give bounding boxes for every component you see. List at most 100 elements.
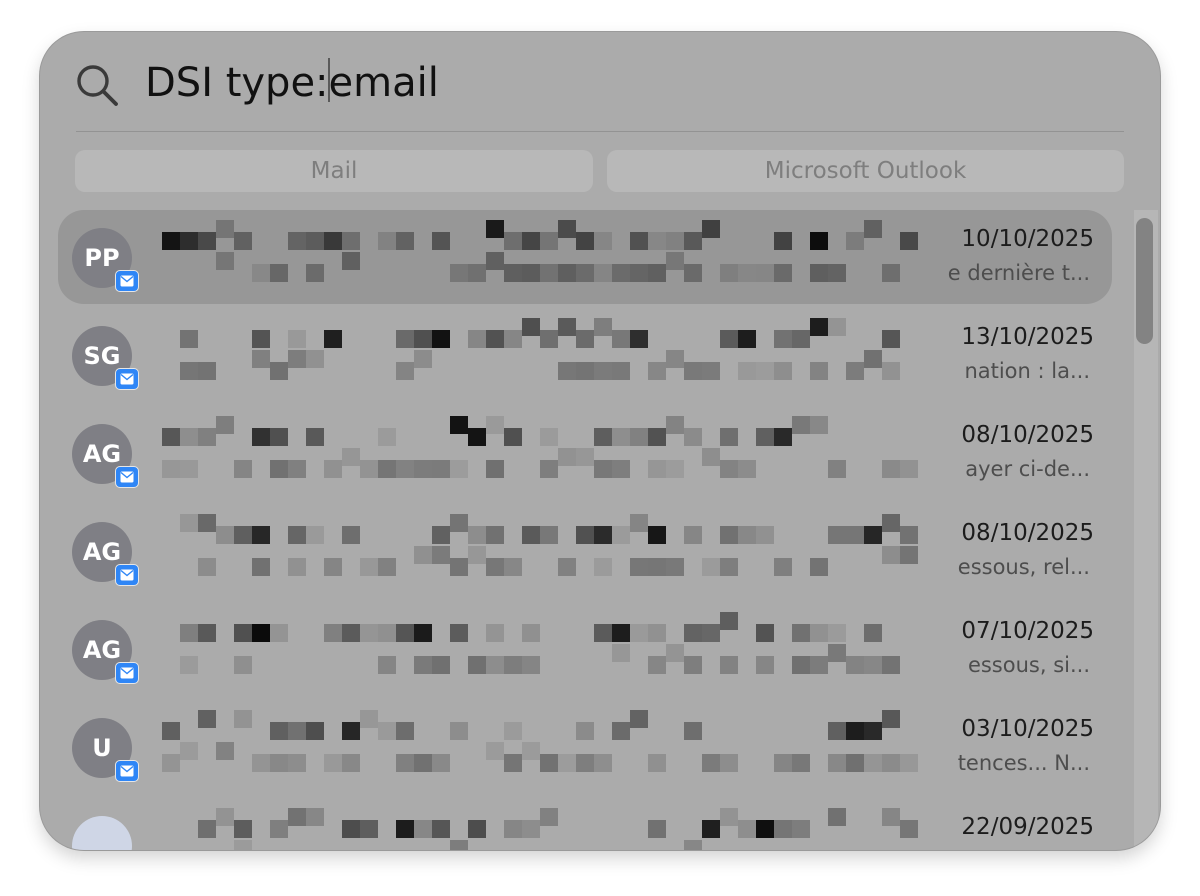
redaction-pixel [162,754,180,772]
redaction-pixel [396,820,414,838]
redaction-pixel [522,232,540,250]
mail-app-icon [115,368,139,390]
redaction-pixel [576,526,594,544]
redaction-pixel [612,722,630,740]
redaction-pixel [378,232,396,250]
redaction-pixel [864,754,882,772]
scope-button-mail[interactable]: Mail [75,150,593,192]
redaction-pixel [468,428,486,446]
redaction-pixel [414,754,432,772]
redaction-pixel [612,330,630,348]
redaction-pixel [882,754,900,772]
result-row[interactable]: U 03/10/2025 tences... N... [58,700,1112,794]
result-row[interactable]: PP 10/10/2025 e dernière t... [58,210,1112,304]
redaction-pixel [648,460,666,478]
redaction-pixel [180,742,198,760]
result-date: 08/10/2025 [961,422,1094,448]
redaction-pixel [288,350,306,368]
redaction-pixel [396,722,414,740]
redaction-pixel [810,558,828,576]
mail-app-icon [115,564,139,586]
redaction-pixel [234,232,252,250]
scrollbar-thumb[interactable] [1136,218,1153,344]
redaction-pixel [504,820,522,838]
redaction-pixel [702,754,720,772]
redaction-pixel [306,264,324,282]
spotlight-panel: DSI type:email Mail Microsoft Outlook PP… [40,32,1160,850]
result-date: 08/10/2025 [961,520,1094,546]
redaction-pixel [414,460,432,478]
redaction-pixel [702,220,720,238]
redaction-pixel [612,428,630,446]
redaction-pixel [720,460,738,478]
result-row[interactable]: AG 07/10/2025 essous, si... [58,602,1112,696]
mail-app-icon [115,466,139,488]
result-row[interactable]: 22/09/2025 [58,798,1112,850]
redaction-pixel [198,820,216,838]
query-text-after-caret: email [328,60,439,106]
redaction-pixel [828,722,846,740]
redaction-pixel [504,428,522,446]
result-row[interactable]: AG 08/10/2025 essous, rel... [58,504,1112,598]
redaction-pixel [486,330,504,348]
redaction-pixel [882,362,900,380]
redaction-pixel [270,624,288,642]
redaction-pixel [702,362,720,380]
redaction-pixel [180,514,198,532]
redaction-pixel [252,526,270,544]
redaction-pixel [288,808,306,826]
redaction-pixel [540,264,558,282]
redaction-pixel [342,526,360,544]
redaction-pixel [414,624,432,642]
redaction-pixel [900,546,918,564]
redaction-pixel [720,558,738,576]
redaction-pixel [288,460,306,478]
redaction-pixel [828,460,846,478]
redaction-pixel [540,330,558,348]
redaction-pixel [900,232,918,250]
redaction-pixel [666,558,684,576]
redaction-pixel [648,624,666,642]
redaction-pixel [324,558,342,576]
redaction-pixel [180,362,198,380]
redaction-pixel [450,558,468,576]
redaction-pixel [288,754,306,772]
redaction-pixel [414,820,432,838]
redaction-pixel [720,428,738,446]
redaction-pixel [630,710,648,728]
result-row[interactable]: AG 08/10/2025 ayer ci-de... [58,406,1112,500]
redaction-pixel [252,754,270,772]
redaction-pixel [360,558,378,576]
redaction-pixel [522,742,540,760]
redaction-pixel [486,656,504,674]
redaction-pixel [450,416,468,434]
redaction-pixel [594,232,612,250]
scope-button-microsoft-outlook[interactable]: Microsoft Outlook [607,150,1124,192]
redaction-pixel [180,460,198,478]
redaction-pixel [270,362,288,380]
redaction-pixel [594,526,612,544]
redaction-pixel [828,644,846,662]
redaction-pixel [288,330,306,348]
result-date: 07/10/2025 [961,618,1094,644]
redaction-pixel [846,722,864,740]
redaction-pixel [216,808,234,826]
redaction-pixel [540,808,558,826]
redaction-pixel [684,526,702,544]
redaction-pixel [648,264,666,282]
redaction-pixel [828,318,846,336]
redaction-pixel [360,460,378,478]
redaction-pixel [576,362,594,380]
redaction-pixel [576,264,594,282]
redaction-pixel [342,448,360,466]
search-input[interactable]: DSI type:email [145,58,439,108]
redaction-pixel [198,710,216,728]
result-row[interactable]: SG 13/10/2025 nation : la... [58,308,1112,402]
redaction-pixel [180,330,198,348]
redaction-pixel [648,558,666,576]
redaction-pixel [270,820,288,838]
redaction-pixel [234,820,252,838]
redaction-pixel [234,526,252,544]
redaction-pixel [198,624,216,642]
redaction-pixel [810,232,828,250]
